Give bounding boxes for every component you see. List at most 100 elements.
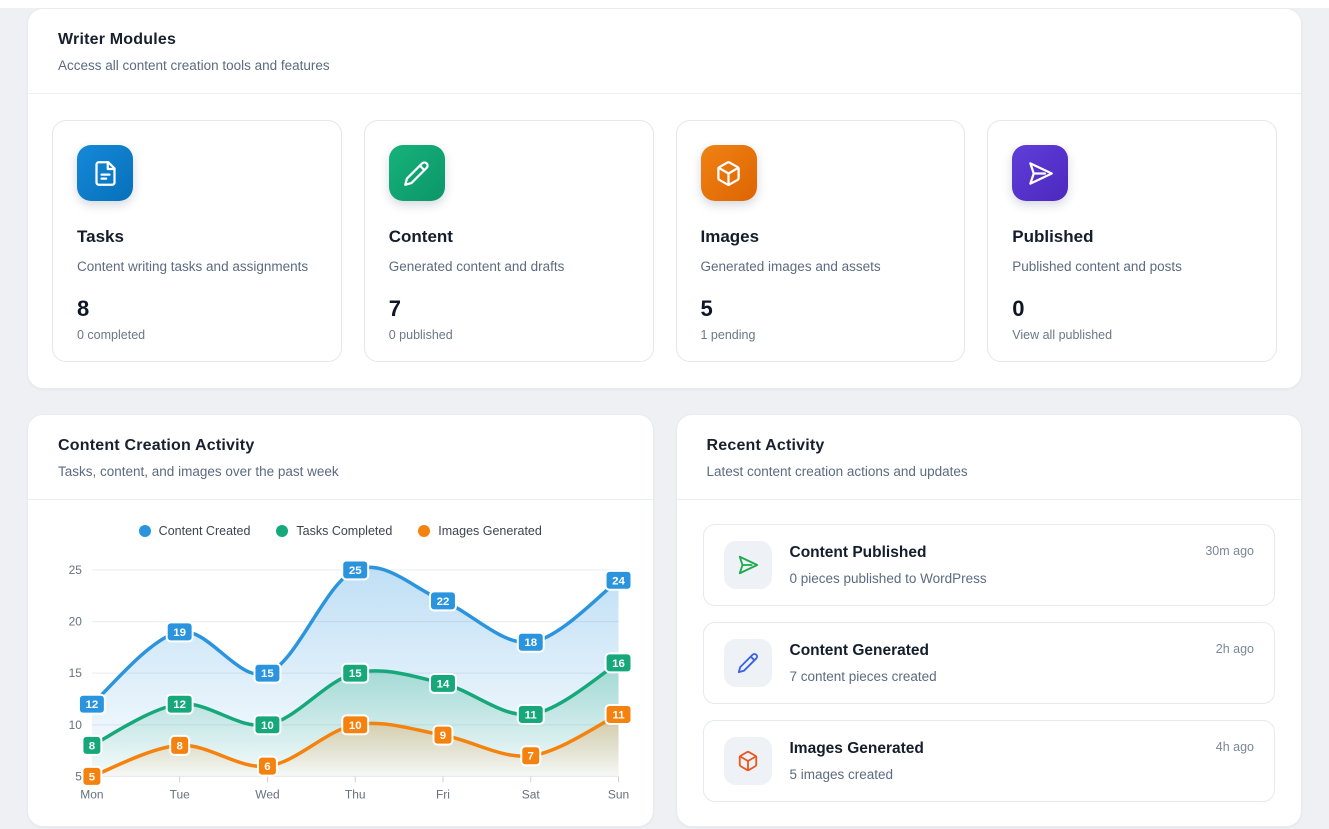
svg-text:24: 24	[612, 575, 625, 587]
modules-grid: Tasks Content writing tasks and assignme…	[28, 94, 1301, 388]
tasks-icon-badge	[77, 145, 133, 201]
recent-icon-box	[724, 737, 772, 785]
svg-text:11: 11	[525, 709, 538, 721]
module-stat: 1 pending	[701, 328, 941, 342]
svg-text:Sat: Sat	[522, 787, 541, 801]
module-title: Tasks	[77, 227, 317, 247]
activity-line-chart[interactable]: 510152025MonTueWedThuFriSatSun1219152522…	[48, 546, 633, 815]
recent-texts: Images Generated 5 images created	[790, 737, 924, 782]
content-creation-activity-panel: Content Creation Activity Tasks, content…	[27, 414, 654, 827]
svg-text:Thu: Thu	[345, 787, 366, 801]
svg-text:5: 5	[75, 769, 82, 783]
box-icon	[737, 750, 759, 772]
recent-item-title: Content Generated	[790, 642, 937, 660]
point-label: 8	[170, 736, 189, 755]
module-title: Content	[389, 227, 629, 247]
svg-text:10: 10	[261, 720, 274, 732]
module-card-published[interactable]: Published Published content and posts 0 …	[987, 120, 1277, 362]
module-card-images[interactable]: Images Generated images and assets 5 1 p…	[676, 120, 966, 362]
images-icon-badge	[701, 145, 757, 201]
recent-activity-panel: Recent Activity Latest content creation …	[676, 414, 1303, 827]
module-stat[interactable]: View all published	[1012, 328, 1252, 342]
x-axis: MonTueWedThuFriSatSun	[80, 776, 629, 801]
module-count: 8	[77, 296, 317, 322]
recent-item-content-generated: Content Generated 7 content pieces creat…	[703, 622, 1276, 704]
svg-text:7: 7	[528, 751, 534, 763]
legend-item[interactable]: Content Created	[139, 524, 251, 538]
svg-text:15: 15	[349, 668, 362, 680]
point-label: 8	[82, 736, 101, 755]
recent-item-timestamp: 4h ago	[1216, 737, 1254, 754]
svg-text:22: 22	[437, 596, 450, 608]
recent-icon-box	[724, 639, 772, 687]
legend-item[interactable]: Images Generated	[418, 524, 542, 538]
svg-text:15: 15	[261, 668, 274, 680]
page-title: Writer Modules	[58, 31, 1271, 49]
writer-modules-header: Writer Modules Access all content creati…	[28, 9, 1301, 94]
svg-text:Fri: Fri	[436, 787, 450, 801]
chart-legend: Content Created Tasks Completed Images Gen…	[48, 500, 633, 546]
svg-text:12: 12	[173, 699, 186, 711]
recent-panel-subtitle: Latest content creation actions and upda…	[707, 464, 1272, 479]
point-label: 11	[518, 705, 544, 724]
point-label: 15	[342, 664, 368, 683]
recent-item-images-generated: Images Generated 5 images created 4h ago	[703, 720, 1276, 802]
chart-area: Content Created Tasks Completed Images Gen…	[28, 500, 653, 815]
point-label: 22	[430, 591, 456, 610]
point-label: 25	[342, 560, 368, 579]
module-card-content[interactable]: Content Generated content and drafts 7 0…	[364, 120, 654, 362]
svg-text:25: 25	[69, 563, 83, 577]
dashboard-page: Writer Modules Access all content creati…	[0, 8, 1329, 827]
bottom-row: Content Creation Activity Tasks, content…	[27, 414, 1302, 827]
module-card-tasks[interactable]: Tasks Content writing tasks and assignme…	[52, 120, 342, 362]
svg-text:16: 16	[612, 658, 625, 670]
recent-item-title: Content Published	[790, 544, 987, 562]
module-description: Generated content and drafts	[389, 258, 629, 276]
legend-label: Content Created	[159, 524, 251, 538]
chart-panel-title: Content Creation Activity	[58, 437, 623, 455]
recent-item-content-published: Content Published 0 pieces published to …	[703, 524, 1276, 606]
content-icon-badge	[389, 145, 445, 201]
published-icon-badge	[1012, 145, 1068, 201]
pencil-icon	[403, 160, 430, 187]
recent-item-description: 5 images created	[790, 767, 924, 782]
point-label: 12	[79, 695, 105, 714]
recent-item-timestamp: 30m ago	[1205, 541, 1254, 558]
module-title: Published	[1012, 227, 1252, 247]
legend-label: Tasks Completed	[296, 524, 392, 538]
point-label: 6	[258, 757, 277, 776]
module-count: 5	[701, 296, 941, 322]
svg-text:14: 14	[437, 678, 450, 690]
point-label: 18	[518, 633, 544, 652]
top-strip	[0, 0, 1329, 8]
svg-text:19: 19	[173, 627, 186, 639]
recent-activity-list: Content Published 0 pieces published to …	[677, 500, 1302, 826]
legend-item[interactable]: Tasks Completed	[276, 524, 392, 538]
point-label: 19	[167, 622, 193, 641]
recent-item-description: 7 content pieces created	[790, 669, 937, 684]
svg-text:Mon: Mon	[80, 787, 103, 801]
module-title: Images	[701, 227, 941, 247]
page-subtitle: Access all content creation tools and fe…	[58, 58, 1271, 73]
recent-texts: Content Generated 7 content pieces creat…	[790, 639, 937, 684]
module-stat: 0 published	[389, 328, 629, 342]
file-text-icon	[92, 160, 119, 187]
legend-dot	[418, 525, 430, 537]
svg-text:8: 8	[89, 740, 96, 752]
module-description: Generated images and assets	[701, 258, 941, 276]
recent-icon-box	[724, 541, 772, 589]
module-count: 0	[1012, 296, 1252, 322]
recent-item-title: Images Generated	[790, 740, 924, 758]
svg-text:12: 12	[86, 699, 99, 711]
recent-item-description: 0 pieces published to WordPress	[790, 571, 987, 586]
svg-text:5: 5	[89, 771, 96, 783]
point-label: 14	[430, 674, 456, 693]
svg-text:Sun: Sun	[608, 787, 629, 801]
svg-text:9: 9	[440, 730, 446, 742]
send-icon	[1027, 160, 1054, 187]
point-label: 12	[167, 695, 193, 714]
svg-text:10: 10	[69, 718, 83, 732]
svg-text:25: 25	[349, 565, 362, 577]
legend-label: Images Generated	[438, 524, 542, 538]
svg-text:6: 6	[264, 761, 270, 773]
